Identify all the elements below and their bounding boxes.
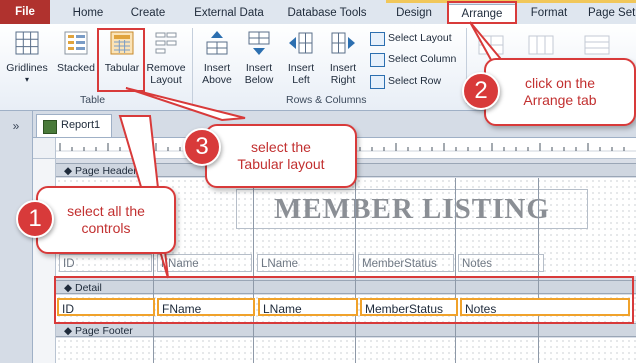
step-3-badge: 3 xyxy=(183,128,221,166)
callout-step-2: click on the Arrange tab xyxy=(484,58,636,126)
step-2-badge: 2 xyxy=(462,72,500,110)
step-1-badge: 1 xyxy=(16,200,54,238)
callout-step-3: select the Tabular layout xyxy=(205,124,357,188)
callout-step-1: select all the controls xyxy=(36,186,176,254)
